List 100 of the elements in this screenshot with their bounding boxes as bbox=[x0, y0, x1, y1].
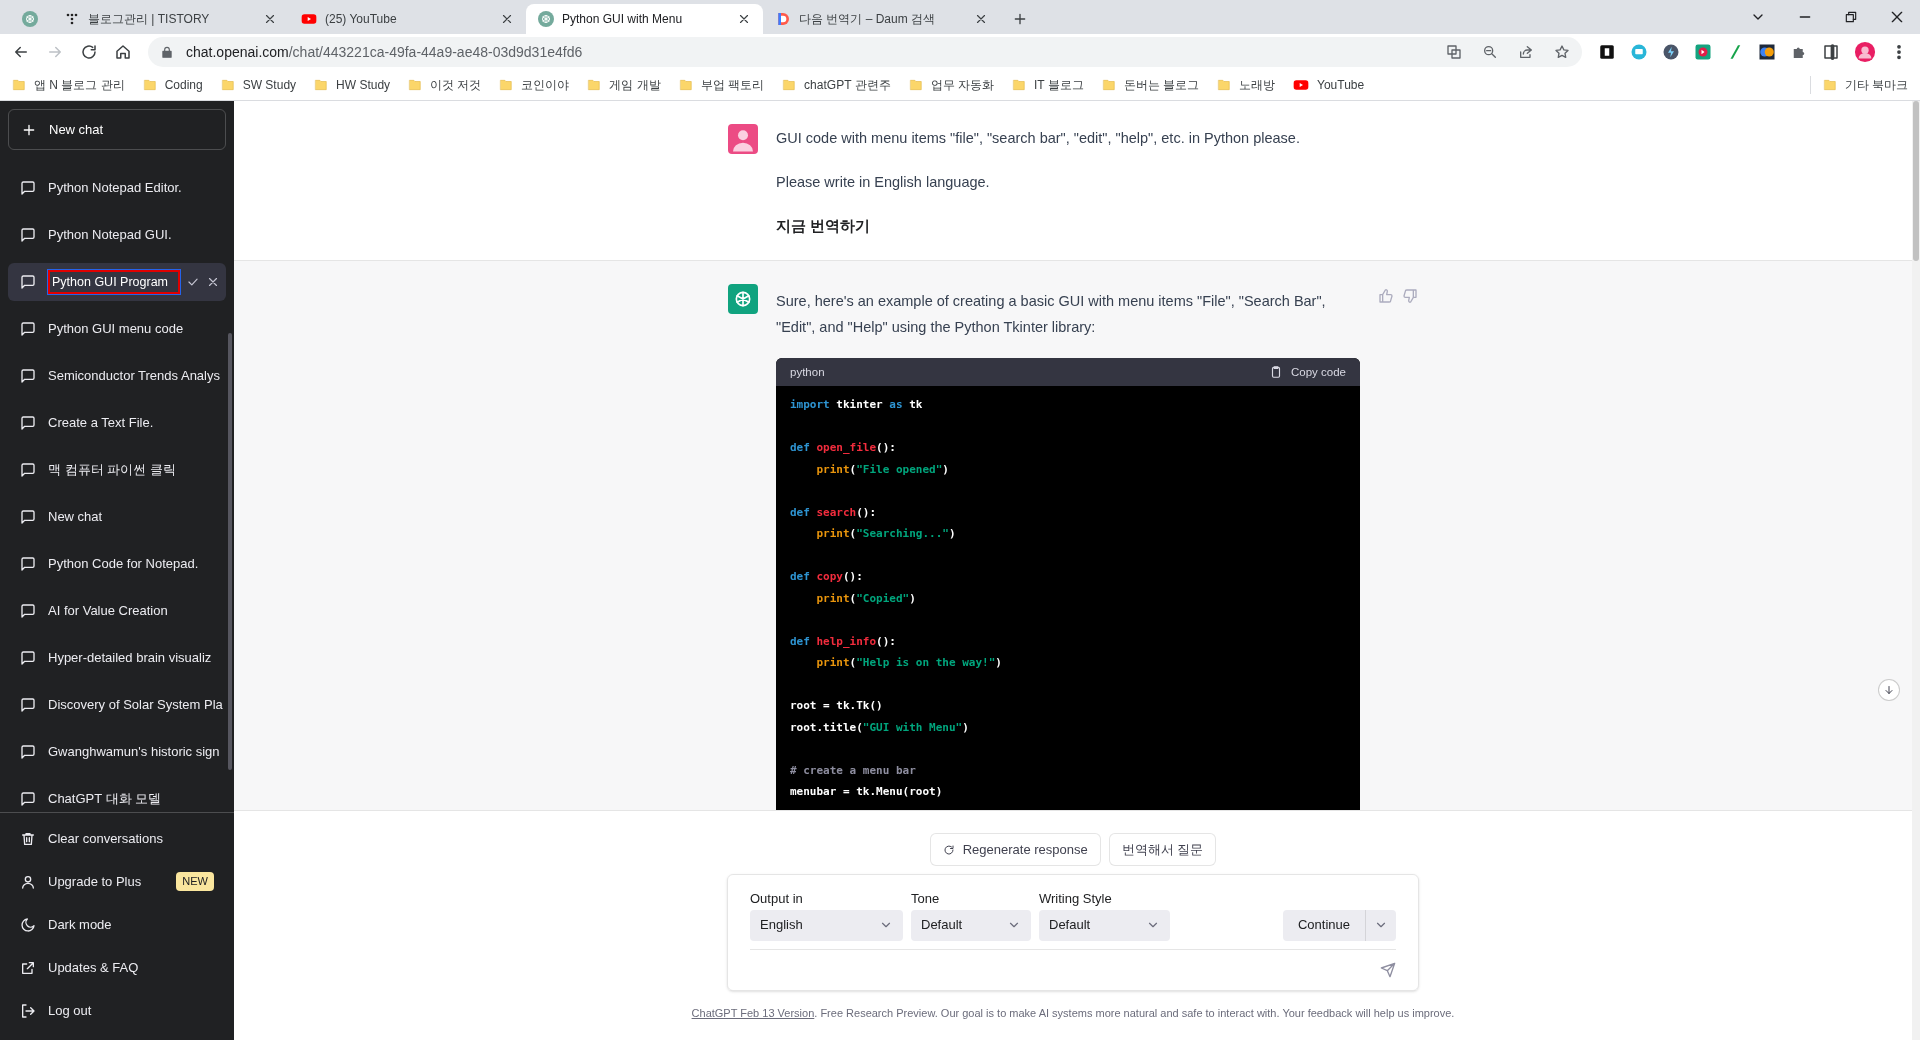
chat-bubble-icon bbox=[20, 415, 36, 431]
chat-item[interactable]: Python GUI Program bbox=[8, 263, 226, 301]
code-line: def copy(): bbox=[790, 569, 863, 586]
chat-item[interactable]: Create a Text File. bbox=[8, 404, 226, 442]
sidebar-menu-item[interactable]: Clear conversations bbox=[8, 817, 226, 860]
chat-item[interactable]: Hyper-detailed brain visualiz bbox=[8, 639, 226, 677]
sidebar-menu-item[interactable]: Log out bbox=[8, 989, 226, 1032]
profile-avatar-icon[interactable] bbox=[1854, 41, 1876, 63]
footer-text: ChatGPT Feb 13 Version. Free Research Preview. Our goal is to make AI systems more natural and safe to interact with. Your feedback will help us improve. bbox=[691, 1006, 1455, 1021]
bookmark[interactable]: 돈버는 블로그 bbox=[1101, 76, 1200, 94]
chat-bubble-icon bbox=[20, 697, 36, 713]
chat-item[interactable]: Discovery of Solar System Pla bbox=[8, 686, 226, 724]
code-line: import tkinter as tk bbox=[790, 397, 923, 414]
dropdown[interactable]: English bbox=[750, 909, 903, 941]
bookmark[interactable]: chatGPT 관련주 bbox=[782, 76, 891, 94]
chat-item[interactable]: Python Notepad Editor. bbox=[8, 169, 226, 207]
browser-tab[interactable]: (25) YouTube bbox=[289, 4, 526, 34]
refresh-icon bbox=[942, 843, 955, 856]
close-icon[interactable] bbox=[206, 275, 220, 289]
thumbs-down-icon[interactable] bbox=[1402, 288, 1418, 305]
bookmark[interactable]: 게임 개발 bbox=[587, 76, 661, 94]
bookmark[interactable]: 이것 저것 bbox=[408, 76, 482, 94]
close-icon[interactable] bbox=[1889, 9, 1905, 25]
bookmark[interactable]: YouTube bbox=[1293, 76, 1365, 94]
share-icon[interactable] bbox=[1518, 44, 1534, 60]
dropdown[interactable]: Default bbox=[1039, 909, 1170, 941]
chat-item[interactable]: 맥 컴퓨터 파이썬 클릭 bbox=[8, 451, 226, 489]
bookmark[interactable]: 업무 자동화 bbox=[908, 76, 994, 94]
lightning-icon[interactable] bbox=[1662, 43, 1680, 61]
browser-tab[interactable]: 다음 번역기 – Daum 검색 bbox=[763, 4, 1000, 34]
side-panel-icon[interactable] bbox=[1822, 43, 1840, 61]
clipboard-icon bbox=[1269, 365, 1283, 380]
brain-icon[interactable] bbox=[1758, 43, 1776, 61]
star-icon[interactable] bbox=[1554, 44, 1570, 60]
bookmark[interactable]: SW Study bbox=[220, 76, 297, 94]
chat-bubble-icon bbox=[20, 180, 36, 196]
chat-item[interactable]: AI for Value Creation bbox=[8, 592, 226, 630]
chat-item[interactable]: Gwanghwamun's historic sign bbox=[8, 733, 226, 771]
send-icon[interactable] bbox=[1380, 961, 1396, 978]
new-chat-button[interactable]: New chat bbox=[8, 109, 226, 150]
folder-icon bbox=[908, 78, 923, 92]
restore-icon[interactable] bbox=[1844, 10, 1858, 24]
scrollbar-thumb[interactable] bbox=[1913, 101, 1919, 261]
document-icon[interactable] bbox=[1598, 43, 1616, 61]
bookmark[interactable]: 기타 북마크 bbox=[1809, 76, 1908, 94]
home-icon[interactable] bbox=[114, 43, 132, 61]
thumbs-up-icon[interactable] bbox=[1378, 288, 1394, 305]
address-bar[interactable]: chat.openai.com/chat/443221ca-49fa-44a9-ae48-03d9d31e4fd6 bbox=[148, 37, 1582, 67]
translate-link[interactable]: 지금 번역하기 bbox=[776, 215, 1366, 238]
chat-bubble-icon bbox=[20, 744, 36, 760]
folder-icon bbox=[12, 78, 26, 92]
code-line: root = tk.Tk() bbox=[790, 698, 883, 715]
code-line: def help_info(): bbox=[790, 633, 896, 650]
reload-icon[interactable] bbox=[80, 43, 98, 61]
action-button[interactable]: 번역해서 질문 bbox=[1108, 833, 1217, 866]
new-tab-icon[interactable] bbox=[1012, 11, 1028, 27]
close-icon[interactable] bbox=[263, 12, 277, 26]
bookmark[interactable]: 노래방 bbox=[1217, 76, 1276, 94]
action-button[interactable]: Regenerate response bbox=[929, 833, 1101, 866]
bookmark[interactable]: 코인이야 bbox=[499, 76, 570, 94]
bookmark[interactable]: Coding bbox=[142, 76, 203, 94]
sidebar-menu-item[interactable]: Upgrade to Plus NEW bbox=[8, 860, 226, 903]
trash-icon bbox=[20, 830, 36, 847]
code-line: print("Searching...") bbox=[815, 526, 956, 543]
sidebar-menu-item[interactable]: Updates & FAQ bbox=[8, 946, 226, 989]
chat-bubble-icon bbox=[20, 274, 36, 290]
folder-icon bbox=[499, 78, 514, 92]
rename-field[interactable]: Python GUI Program bbox=[48, 270, 180, 294]
copy-code-button[interactable]: Copy code bbox=[1269, 363, 1346, 381]
folder-icon bbox=[678, 78, 693, 92]
message-text: GUI code with menu items "file", "search bar", "edit", "help", etc. in Python please. bbox=[776, 129, 1301, 148]
chat-item[interactable]: Python GUI menu code bbox=[8, 310, 226, 348]
play-icon[interactable] bbox=[1694, 43, 1712, 61]
browser-tab[interactable]: 블로그관리 | TISTORY bbox=[52, 4, 289, 34]
chat-item[interactable]: Semiconductor Trends Analys bbox=[8, 357, 226, 395]
code-line: def open_file(): bbox=[790, 440, 896, 457]
field-label: Tone bbox=[911, 890, 941, 908]
code-line: menubar = tk.Menu(root) bbox=[790, 784, 943, 801]
close-icon[interactable] bbox=[974, 12, 988, 26]
bookmark[interactable]: 앱 N 블로그 관리 bbox=[12, 76, 125, 94]
code-language: python bbox=[790, 364, 825, 380]
zoom-out-icon[interactable] bbox=[1482, 44, 1498, 60]
close-icon[interactable] bbox=[737, 12, 751, 26]
folder-icon bbox=[1011, 78, 1026, 92]
chat-item[interactable]: Python Notepad GUI. bbox=[8, 216, 226, 254]
bookmark[interactable]: IT 블로그 bbox=[1011, 76, 1084, 94]
chat-item[interactable]: New chat bbox=[8, 498, 226, 536]
field-label: Writing Style bbox=[1039, 890, 1113, 908]
chat-item[interactable]: ChatGPT 대화 모델 bbox=[8, 780, 226, 818]
translate-icon[interactable] bbox=[1446, 44, 1462, 60]
bookmark[interactable]: 부업 팩토리 bbox=[678, 76, 765, 94]
sidebar-menu-item[interactable]: Dark mode bbox=[8, 903, 226, 946]
close-icon[interactable] bbox=[500, 12, 514, 26]
bookmark[interactable]: HW Study bbox=[314, 76, 391, 94]
browser-tab[interactable]: Python GUI with Menu bbox=[526, 4, 763, 34]
folder-icon bbox=[1101, 78, 1116, 92]
chat-bubble-icon bbox=[20, 227, 36, 243]
dropdown[interactable]: Default bbox=[911, 909, 1031, 941]
chat-item[interactable]: Python Code for Notepad. bbox=[8, 545, 226, 583]
scrollbar-thumb[interactable] bbox=[228, 333, 232, 770]
